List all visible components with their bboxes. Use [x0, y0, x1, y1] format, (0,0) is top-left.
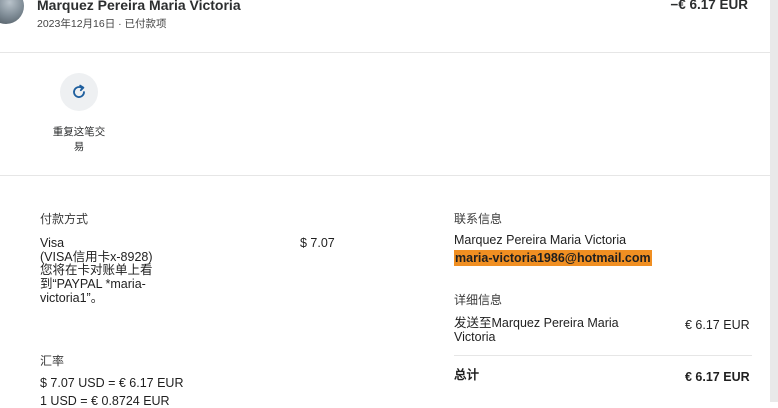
- contact-heading: 联系信息: [454, 212, 503, 226]
- contact-name: Marquez Pereira Maria Victoria: [454, 233, 627, 247]
- total-label: 总计: [454, 368, 480, 382]
- merchant-name: Marquez Pereira Maria Victoria: [37, 0, 241, 13]
- payment-amount: $ 7.07: [300, 236, 335, 250]
- repeat-transaction-button[interactable]: 重复这笔交易: [40, 73, 118, 155]
- statement-note: 您将在卡对账单上看到“PAYPAL *maria-victoria1”。: [40, 263, 153, 305]
- exchange-rate-line-1: $ 7.07 USD = € 6.17 EUR: [40, 376, 184, 390]
- transaction-amount: −€ 6.17 EUR: [670, 0, 748, 12]
- payment-card: Visa (VISA信用卡x-8928): [40, 236, 170, 264]
- exchange-rate-heading: 汇率: [40, 354, 65, 368]
- details-divider: [454, 355, 752, 356]
- sent-amount: € 6.17 EUR: [685, 318, 750, 332]
- scrollbar[interactable]: [770, 0, 778, 402]
- transaction-meta: 2023年12月16日 · 已付款项: [37, 18, 167, 30]
- repeat-transaction-label: 重复这笔交易: [52, 126, 106, 153]
- card-name: Visa: [40, 236, 65, 250]
- total-amount: € 6.17 EUR: [685, 370, 750, 384]
- contact-email-link[interactable]: maria-victoria1986@hotmail.com: [454, 250, 652, 266]
- sent-to-text: 发送至Marquez Pereira Maria Victoria: [454, 316, 619, 344]
- avatar: [0, 0, 24, 24]
- details-heading: 详细信息: [454, 293, 503, 307]
- exchange-rate-line-2: 1 USD = € 0.8724 EUR: [40, 394, 170, 408]
- card-detail: (VISA信用卡x-8928): [40, 250, 153, 264]
- refresh-icon[interactable]: [60, 73, 98, 111]
- transaction-header: Marquez Pereira Maria Victoria 2023年12月1…: [0, 0, 770, 53]
- section-divider: [0, 175, 770, 176]
- payment-method-heading: 付款方式: [40, 212, 89, 226]
